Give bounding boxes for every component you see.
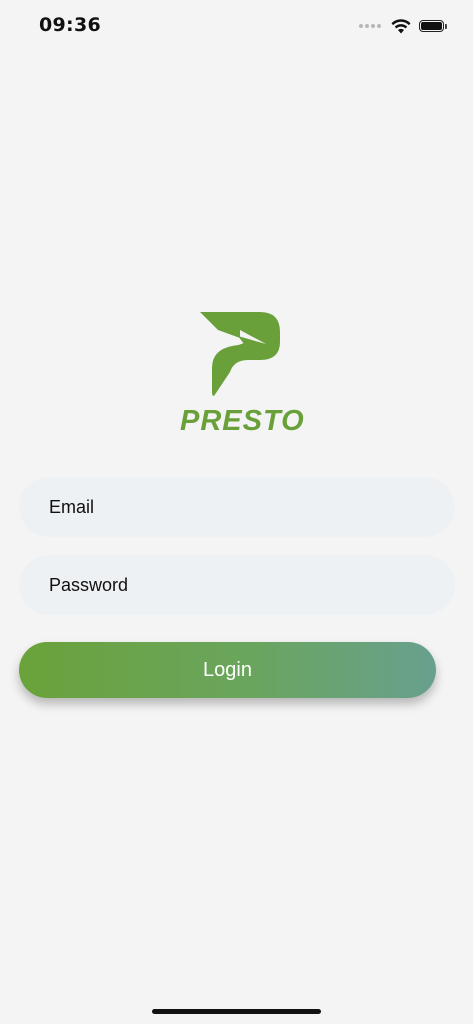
cellular-signal-icon	[359, 24, 381, 28]
password-field-container	[19, 555, 455, 615]
presto-logo-icon	[200, 312, 280, 396]
app-name: PRESTO	[180, 405, 305, 437]
status-bar: 09:36	[0, 0, 473, 52]
email-field-container	[19, 477, 455, 537]
home-indicator	[152, 1009, 321, 1014]
email-input[interactable]	[19, 477, 455, 537]
status-time: 09:36	[39, 14, 101, 36]
app-logo: PRESTO	[180, 310, 305, 440]
wifi-icon	[391, 19, 411, 34]
login-button[interactable]: Login	[19, 642, 436, 698]
status-icons	[359, 15, 449, 37]
battery-icon	[419, 19, 449, 33]
password-input[interactable]	[19, 555, 455, 615]
